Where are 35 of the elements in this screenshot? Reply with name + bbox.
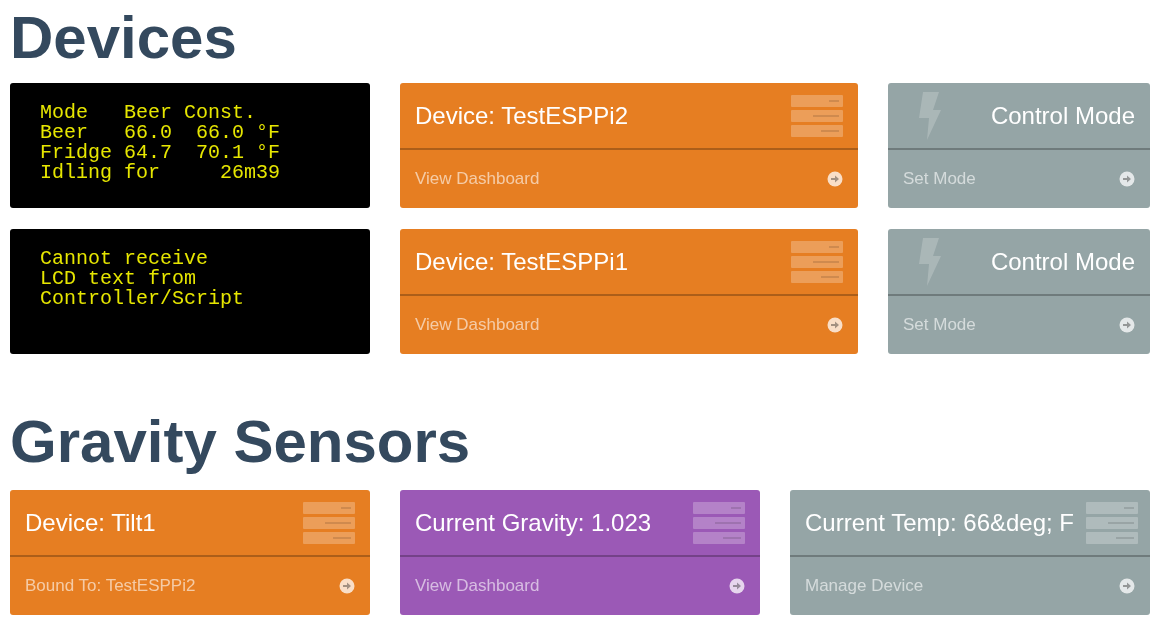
card-title: Device: TestESPPi1 [415, 246, 628, 277]
card-link[interactable]: Bound To: TestESPPi2 [10, 557, 370, 615]
card-link[interactable]: Manage Device [790, 557, 1150, 615]
lcd-line: Fridge 64.7 70.1 °F [40, 143, 282, 163]
arrow-circle-icon [729, 578, 745, 594]
card-title: Current Temp: 66&deg; F [805, 507, 1075, 538]
card-title: Current Gravity: 1.023 [415, 507, 652, 538]
card-link[interactable]: View Dashboard [400, 296, 858, 354]
card-title: Control Mode [990, 100, 1135, 131]
arrow-circle-icon [1119, 317, 1135, 333]
card-link[interactable]: Set Mode [888, 296, 1150, 354]
lcd-line: Controller/Script [40, 289, 246, 309]
card-link[interactable]: View Dashboard [400, 150, 858, 208]
server-icon [791, 94, 843, 137]
server-icon [1086, 501, 1139, 544]
server-icon [303, 501, 355, 544]
server-icon [693, 501, 745, 544]
section-heading: Gravity Sensors [10, 412, 472, 472]
arrow-circle-icon [339, 578, 355, 594]
arrow-circle-icon [827, 317, 843, 333]
section-heading: Devices [10, 8, 238, 68]
arrow-circle-icon [1119, 171, 1135, 187]
lcd-line: LCD text from [40, 269, 197, 289]
lcd-line: Beer 66.0 66.0 °F [40, 123, 282, 143]
server-icon [791, 240, 843, 283]
lcd-line: Cannot receive [40, 249, 210, 269]
arrow-circle-icon [1119, 578, 1135, 594]
lcd-line: Idling for 26m39 [40, 163, 282, 183]
card-link[interactable]: Set Mode [888, 150, 1150, 208]
arrow-circle-icon [827, 171, 843, 187]
lcd-line: Mode Beer Const. [40, 103, 258, 123]
card-title: Device: Tilt1 [25, 507, 156, 538]
card-link[interactable]: View Dashboard [400, 557, 760, 615]
card-title: Device: TestESPPi2 [415, 100, 628, 131]
card-title: Control Mode [990, 246, 1135, 277]
